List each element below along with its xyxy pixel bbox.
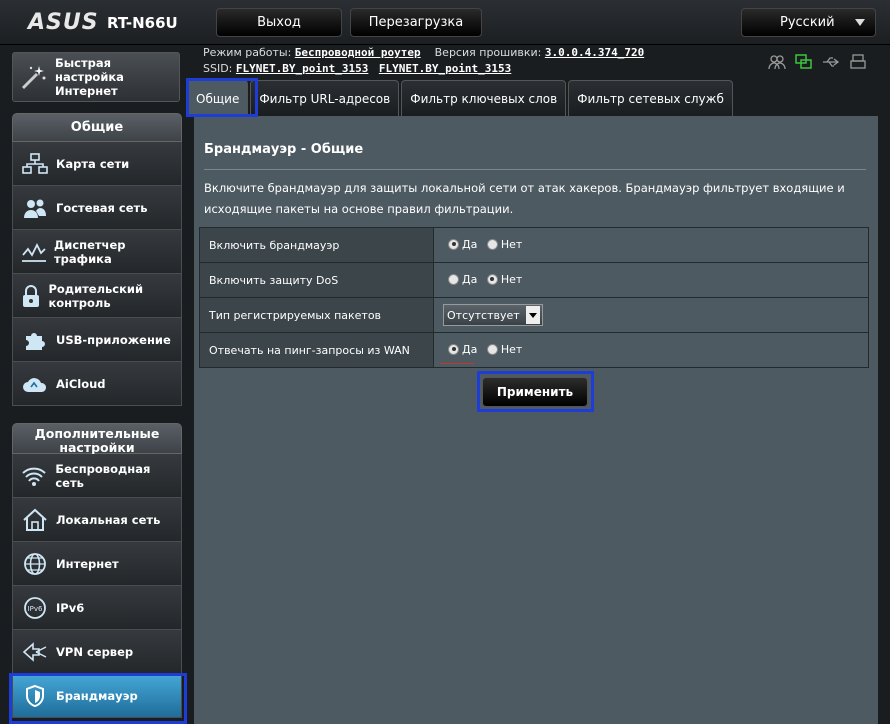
sidebar-item-label: AiCloud bbox=[56, 376, 106, 391]
wireless-icon bbox=[13, 465, 55, 487]
setting-value: Да Нет bbox=[433, 227, 869, 263]
language-value: Русский bbox=[780, 15, 835, 30]
sidebar-item-ipv6[interactable]: IPv6 IPv6 bbox=[12, 586, 182, 630]
sidebar-item-wireless[interactable]: Беспроводная сеть bbox=[12, 454, 182, 498]
model-name: RT-N66U bbox=[107, 14, 178, 32]
divider bbox=[204, 169, 866, 170]
printer-status-icon[interactable] bbox=[849, 54, 867, 70]
dos-yes-radio[interactable]: Да bbox=[448, 273, 477, 286]
tab-service-filter[interactable]: Фильтр сетевых служб bbox=[568, 80, 733, 116]
sidebar-item-aicloud[interactable]: AiCloud bbox=[12, 362, 182, 406]
ping-wan-yes-radio[interactable]: Да bbox=[448, 343, 477, 356]
quick-setup-label: Быстрая настройка Интернет bbox=[55, 56, 124, 98]
traffic-manager-icon bbox=[13, 241, 54, 263]
tab-url-filter[interactable]: Фильтр URL-адресов bbox=[250, 80, 400, 116]
sidebar-item-vpn[interactable]: VPN сервер bbox=[12, 630, 182, 674]
settings-table: Включить брандмауэр Да Нет Включить защи… bbox=[199, 227, 869, 368]
setting-label: Отвечать на пинг-запросы из WAN bbox=[199, 332, 434, 368]
ipv6-icon: IPv6 bbox=[13, 596, 56, 620]
sidebar-item-label: Гостевая сеть bbox=[56, 200, 148, 215]
tab-bar: Общие Фильтр URL-адресов Фильтр ключевых… bbox=[187, 80, 733, 116]
sidebar-item-guest-network[interactable]: Гостевая сеть bbox=[12, 186, 182, 230]
setting-label: Включить защиту DoS bbox=[199, 262, 434, 298]
asus-logo: ASUS bbox=[28, 10, 99, 35]
page-description: Включите брандмауэр для защиты локальной… bbox=[204, 181, 845, 216]
table-row: Включить защиту DoS Да Нет bbox=[199, 262, 869, 298]
firewall-no-radio[interactable]: Нет bbox=[486, 238, 522, 251]
firmware-label: Версия прошивки: bbox=[434, 46, 542, 59]
logout-button[interactable]: Выход bbox=[216, 8, 342, 37]
sidebar-item-internet[interactable]: Интернет bbox=[12, 542, 182, 586]
usb-status-icon[interactable] bbox=[822, 54, 840, 70]
general-nav: Карта сети Гостевая сеть Диспетчер трафи… bbox=[12, 142, 182, 406]
setting-label: Включить брандмауэр bbox=[199, 227, 434, 263]
magic-wand-icon bbox=[13, 62, 55, 92]
firewall-yes-radio[interactable]: Да bbox=[448, 238, 477, 251]
parental-control-icon bbox=[13, 284, 48, 308]
clients-icon[interactable] bbox=[768, 54, 786, 70]
chevron-down-icon bbox=[855, 19, 865, 26]
top-bar: ASUS RT-N66U Выход Перезагрузка Русский bbox=[0, 0, 890, 45]
firmware-link[interactable]: 3.0.0.4.374_720 bbox=[545, 46, 644, 59]
sidebar-item-label: IPv6 bbox=[56, 600, 85, 615]
sidebar-item-label: Диспетчер трафика bbox=[54, 237, 126, 266]
ssid-link-2[interactable]: FLYNET.BY_point_3153 bbox=[379, 62, 511, 75]
ssid-label: SSID: bbox=[203, 62, 233, 75]
sidebar-item-network-map[interactable]: Карта сети bbox=[12, 142, 182, 186]
sidebar-item-label: Родительский контроль bbox=[48, 281, 144, 310]
setting-value: Да Нет bbox=[433, 262, 869, 298]
network-map-icon bbox=[13, 152, 56, 175]
language-select[interactable]: Русский bbox=[741, 8, 876, 37]
aicloud-icon bbox=[13, 373, 56, 395]
lan-icon bbox=[13, 508, 56, 532]
tab-general[interactable]: Общие bbox=[187, 80, 249, 116]
ssid-link-1[interactable]: FLYNET.BY_point_3153 bbox=[236, 62, 368, 75]
sidebar-item-label: USB-приложение bbox=[56, 332, 171, 347]
usb-app-icon bbox=[13, 328, 56, 352]
sidebar-item-lan[interactable]: Локальная сеть bbox=[12, 498, 182, 542]
vpn-icon bbox=[13, 641, 56, 663]
setting-value: Да Нет bbox=[433, 332, 869, 368]
ping-wan-no-radio[interactable]: Нет bbox=[486, 343, 522, 356]
status-info: Режим работы: Беспроводной роутер Версия… bbox=[203, 45, 644, 77]
sidebar-item-label: Брандмауэр bbox=[56, 688, 138, 703]
setting-label: Тип регистрируемых пакетов bbox=[199, 297, 434, 333]
table-row: Включить брандмауэр Да Нет bbox=[199, 227, 869, 263]
firewall-icon bbox=[13, 684, 56, 708]
main-panel: Брандмауэр - Общие Включите брандмауэр д… bbox=[194, 116, 878, 724]
sidebar-item-label: Карта сети bbox=[56, 156, 130, 171]
table-row: Отвечать на пинг-запросы из WAN Да Нет bbox=[199, 332, 869, 368]
log-type-value: Отсутствует bbox=[447, 308, 520, 322]
sidebar-item-label: Беспроводная сеть bbox=[55, 461, 151, 490]
general-section-header: Общие bbox=[12, 113, 182, 142]
advanced-section-header: Дополнительные настройки bbox=[12, 423, 182, 455]
svg-text:IPv6: IPv6 bbox=[27, 605, 42, 613]
reboot-button[interactable]: Перезагрузка bbox=[350, 8, 482, 37]
table-row: Тип регистрируемых пакетов Отсутствует bbox=[199, 297, 869, 333]
sidebar-item-label: Интернет bbox=[56, 556, 119, 571]
quick-setup-button[interactable]: Быстрая настройка Интернет bbox=[12, 52, 180, 102]
sidebar-item-label: Локальная сеть bbox=[56, 512, 161, 527]
sidebar-item-firewall[interactable]: Брандмауэр bbox=[12, 674, 182, 718]
chevron-down-icon bbox=[525, 306, 540, 324]
sidebar-item-traffic-manager[interactable]: Диспетчер трафика bbox=[12, 230, 182, 274]
sidebar-item-usb-app[interactable]: USB-приложение bbox=[12, 318, 182, 362]
apply-button[interactable]: Применить bbox=[482, 377, 588, 407]
advanced-nav: Беспроводная сеть Локальная сеть Интерне… bbox=[12, 454, 182, 718]
sidebar-item-parental-control[interactable]: Родительский контроль bbox=[12, 274, 182, 318]
setting-value: Отсутствует bbox=[433, 297, 869, 333]
sidebar-item-label: VPN сервер bbox=[56, 644, 134, 659]
page-title: Брандмауэр - Общие bbox=[204, 142, 364, 157]
log-type-select[interactable]: Отсутствует bbox=[443, 304, 543, 326]
mode-link[interactable]: Беспроводной роутер bbox=[295, 46, 421, 59]
wan-globe-icon bbox=[13, 552, 56, 576]
tab-keyword-filter[interactable]: Фильтр ключевых слов bbox=[401, 80, 567, 116]
status-icons bbox=[768, 54, 867, 70]
guest-network-icon bbox=[13, 197, 56, 219]
dos-no-radio[interactable]: Нет bbox=[486, 273, 522, 286]
internet-status-icon[interactable] bbox=[795, 54, 813, 70]
mode-label: Режим работы: bbox=[203, 46, 292, 59]
red-underline-mark bbox=[440, 363, 474, 364]
